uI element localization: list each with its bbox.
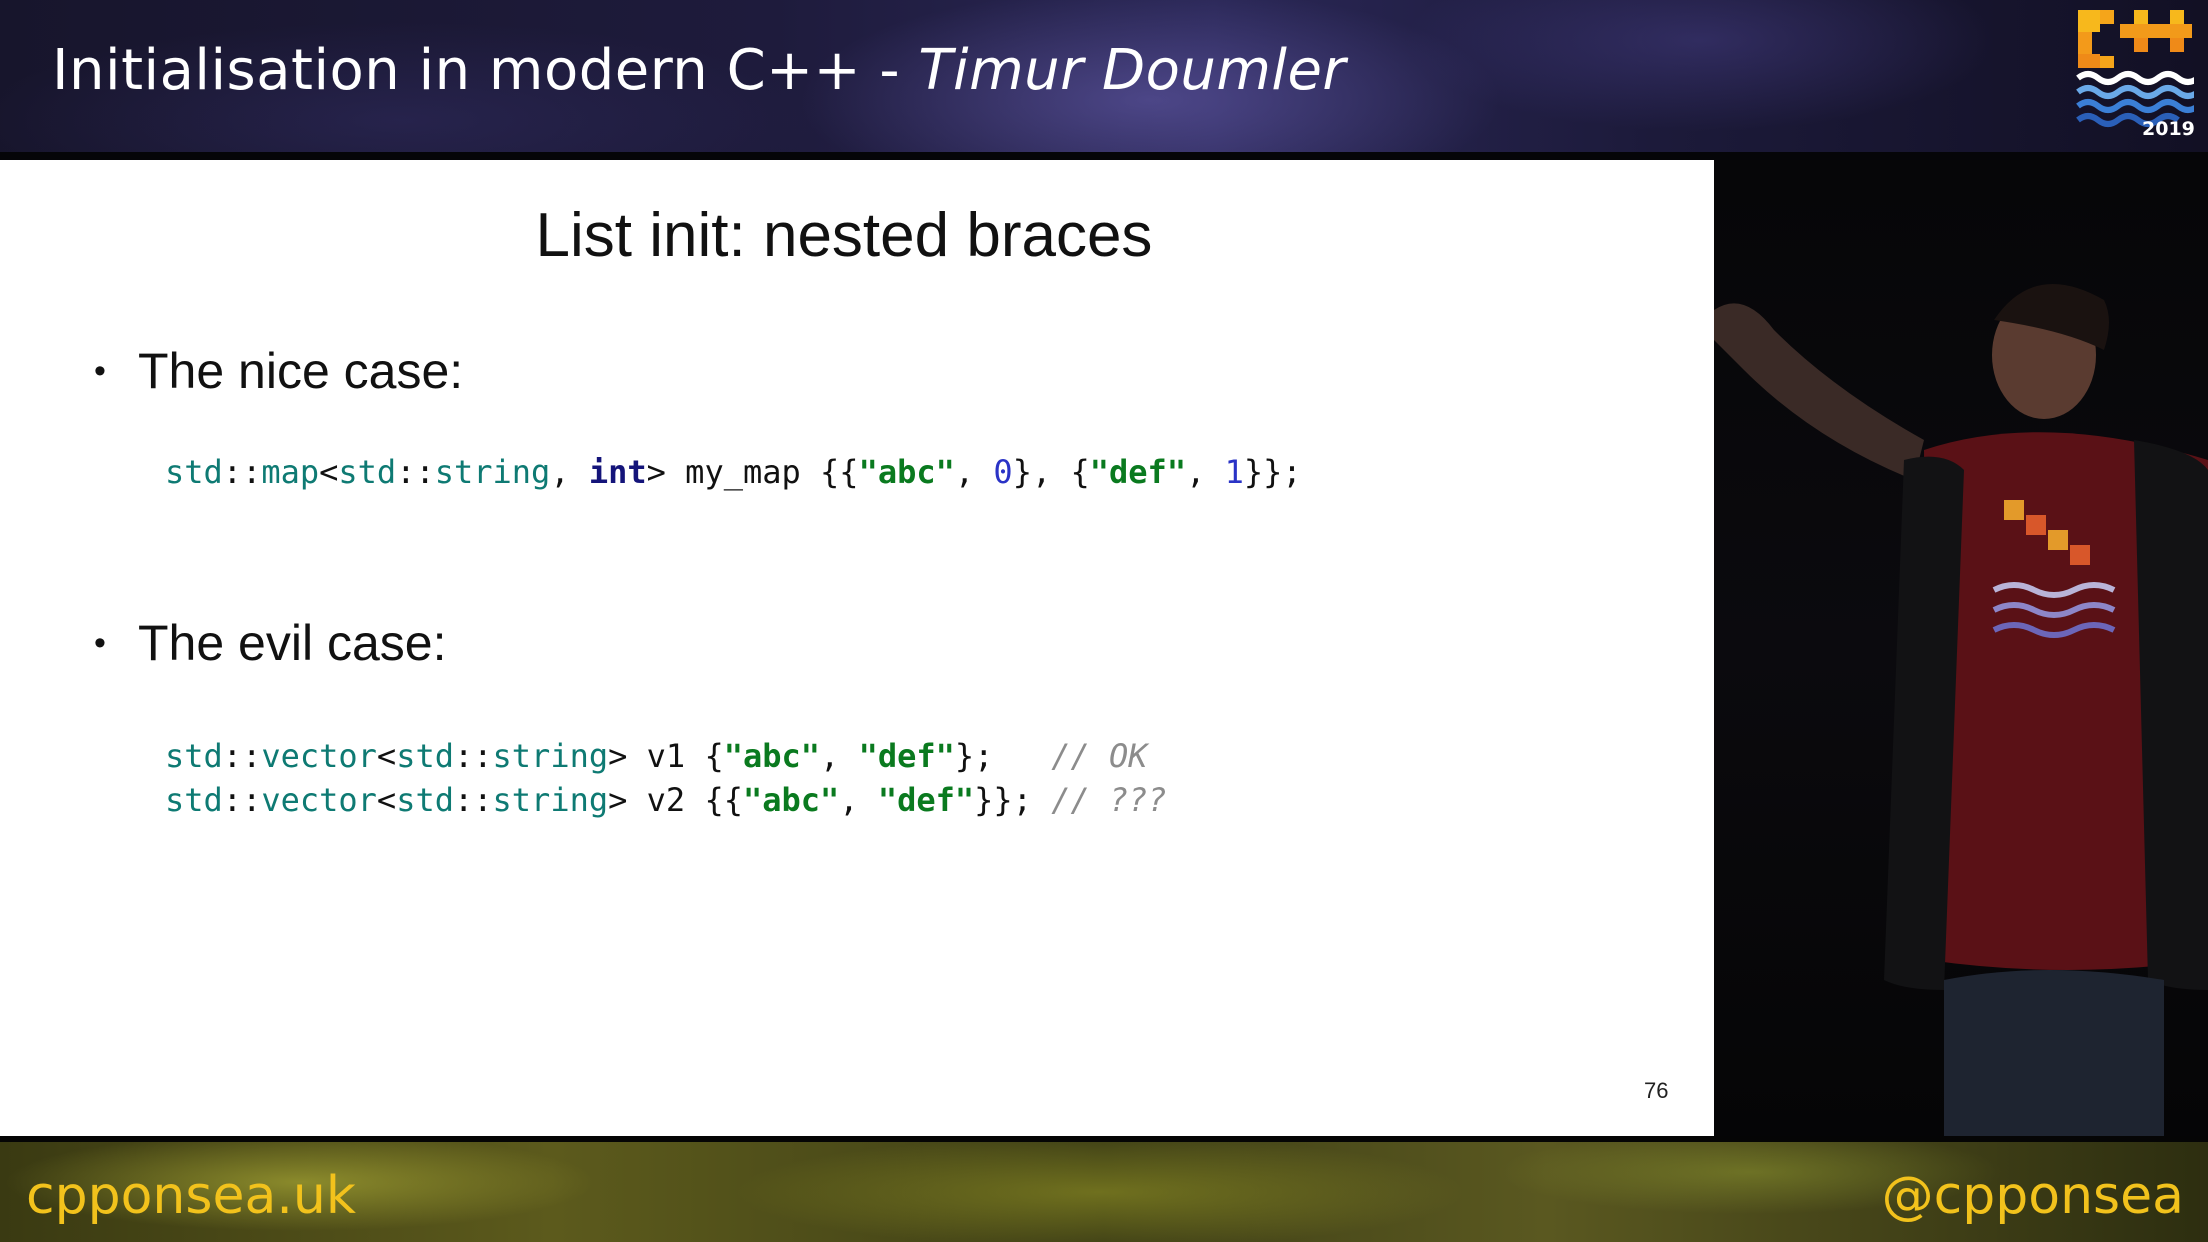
- code-token: ::: [453, 737, 493, 775]
- code-token: > v2 {{: [608, 781, 743, 819]
- code-token: std: [338, 453, 397, 491]
- code-token: string: [492, 781, 609, 819]
- code-token: }};: [1243, 453, 1302, 491]
- code-token: string: [434, 453, 551, 491]
- code-token: std: [396, 737, 454, 775]
- code-token: ,: [1186, 453, 1225, 491]
- code-token: vector: [261, 781, 377, 819]
- bullet-marker: •: [94, 352, 106, 390]
- slide-page-number: 76: [1644, 1078, 1669, 1103]
- code-token: > my_map {{: [646, 453, 859, 491]
- code-evil-case: std::vector<std::string> v1 {"abc", "def…: [165, 734, 1167, 822]
- speaker-video: [1714, 160, 2208, 1136]
- code-line-v2: std::vector<std::string> v2 {{"abc", "de…: [165, 778, 1167, 822]
- code-token: }, {: [1012, 453, 1090, 491]
- code-token: <: [376, 737, 397, 775]
- code-token: };: [954, 737, 1052, 775]
- code-token: "def": [877, 781, 975, 819]
- conference-twitter-handle: @cpponsea: [1881, 1166, 2184, 1226]
- code-nice-case: std::map<std::string, int> my_map {{"abc…: [165, 450, 1302, 494]
- slide: List init: nested braces • The nice case:…: [0, 160, 1714, 1136]
- code-token: std: [396, 781, 454, 819]
- code-token: > v1 {: [608, 737, 724, 775]
- code-comment: // ???: [1051, 781, 1167, 819]
- logo-year: 2019: [2142, 118, 2195, 140]
- code-token: ::: [222, 453, 262, 491]
- code-token: "abc": [742, 781, 840, 819]
- talk-title-text: Initialisation in modern C++ -: [52, 38, 919, 103]
- bullet-marker: •: [94, 624, 106, 662]
- speaker-name: Timur Doumler: [918, 38, 1346, 103]
- code-token: std: [165, 737, 223, 775]
- code-token: 1: [1224, 453, 1244, 491]
- header-divider: [0, 152, 2208, 160]
- code-token: 0: [993, 453, 1013, 491]
- bullet-text: The evil case:: [138, 615, 447, 671]
- code-token: <: [319, 453, 339, 491]
- bullet-nice-case: • The nice case:: [94, 342, 463, 400]
- code-token: "def": [858, 737, 955, 775]
- code-token: int: [588, 453, 647, 491]
- code-token: ,: [839, 781, 878, 819]
- slide-title: List init: nested braces: [535, 201, 1153, 270]
- footer-bar: cpponsea.uk @cpponsea: [0, 1142, 2208, 1242]
- bullet-text: The nice case:: [138, 343, 464, 399]
- header-bar: Initialisation in modern C++ - Timur Dou…: [0, 0, 2208, 152]
- code-line-v1: std::vector<std::string> v1 {"abc", "def…: [165, 734, 1167, 778]
- code-token: }};: [974, 781, 1052, 819]
- code-token: ::: [222, 781, 262, 819]
- code-token: <: [376, 781, 397, 819]
- speaker-silhouette: [1714, 284, 2208, 1136]
- code-token: "abc": [723, 737, 821, 775]
- code-token: ,: [820, 737, 859, 775]
- code-token: "def": [1089, 453, 1187, 491]
- code-token: string: [492, 737, 609, 775]
- code-token: ::: [396, 453, 435, 491]
- code-token: std: [165, 781, 223, 819]
- code-token: ,: [550, 453, 589, 491]
- code-token: ,: [954, 453, 994, 491]
- bullet-evil-case: • The evil case:: [94, 614, 446, 672]
- code-token: ::: [453, 781, 493, 819]
- conference-website: cpponsea.uk: [26, 1166, 356, 1226]
- talk-title: Initialisation in modern C++ - Timur Dou…: [52, 38, 1346, 103]
- code-token: std: [165, 453, 223, 491]
- code-token: "abc": [858, 453, 955, 491]
- code-comment: // OK: [1051, 737, 1148, 775]
- code-token: vector: [261, 737, 377, 775]
- code-token: ::: [222, 737, 262, 775]
- code-token: map: [261, 453, 320, 491]
